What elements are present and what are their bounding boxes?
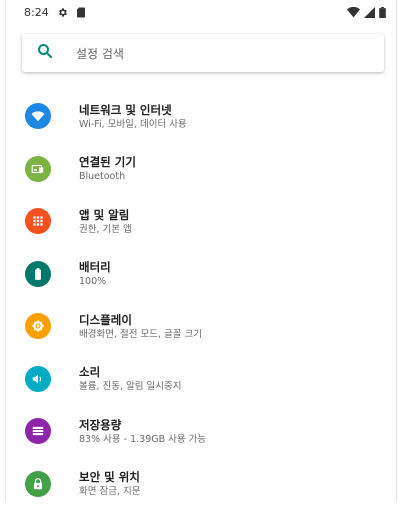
- search-placeholder: 설정 검색: [76, 45, 124, 62]
- settings-item-text: 저장용량 83% 사용 - 1.39GB 사용 가능: [79, 417, 206, 446]
- search-icon: [36, 42, 54, 64]
- lock-icon: [31, 477, 45, 491]
- settings-item-subtitle: 화면 잠금, 지문: [79, 485, 141, 498]
- battery-icon-circle: [25, 261, 51, 287]
- storage-icon-circle: [25, 418, 51, 444]
- battery-icon: [379, 7, 386, 18]
- settings-item-subtitle: 배경화면, 절전 모드, 글꼴 크기: [79, 328, 202, 341]
- sd-card-icon: [76, 7, 86, 18]
- security-icon-circle: [25, 471, 51, 497]
- settings-item-text: 네트워크 및 인터넷 Wi-Fi, 모바일, 데이터 사용: [79, 102, 187, 131]
- search-bar[interactable]: 설정 검색: [22, 34, 384, 72]
- settings-item-connected-devices[interactable]: 연결된 기기 Bluetooth: [6, 143, 396, 196]
- settings-icon: [57, 7, 68, 18]
- settings-item-title: 앱 및 알림: [79, 207, 132, 223]
- settings-item-network[interactable]: 네트워크 및 인터넷 Wi-Fi, 모바일, 데이터 사용: [6, 90, 396, 143]
- status-time: 8:24: [24, 6, 49, 19]
- settings-list: 네트워크 및 인터넷 Wi-Fi, 모바일, 데이터 사용 연결된 기기 Blu…: [6, 90, 396, 510]
- wifi-icon: [31, 109, 45, 123]
- brightness-icon: [31, 319, 45, 333]
- settings-item-security[interactable]: 보안 및 위치 화면 잠금, 지문: [6, 458, 396, 510]
- settings-item-subtitle: 83% 사용 - 1.39GB 사용 가능: [79, 433, 206, 446]
- storage-icon: [31, 424, 45, 438]
- settings-item-sound[interactable]: 소리 볼륨, 진동, 알림 일시중지: [6, 353, 396, 406]
- signal-icon: [364, 7, 375, 18]
- status-bar: 8:24: [6, 0, 396, 24]
- settings-item-subtitle: 볼륨, 진동, 알림 일시중지: [79, 380, 182, 393]
- settings-item-text: 배터리 100%: [79, 259, 111, 288]
- settings-item-subtitle: 권한, 기본 앱: [79, 223, 132, 236]
- settings-item-text: 디스플레이 배경화면, 절전 모드, 글꼴 크기: [79, 312, 202, 341]
- settings-screen: 8:24 설정 검색: [5, 0, 397, 502]
- settings-item-subtitle: Bluetooth: [79, 170, 136, 183]
- settings-item-title: 연결된 기기: [79, 154, 136, 170]
- wifi-icon: [347, 7, 360, 18]
- settings-item-subtitle: 100%: [79, 275, 111, 288]
- settings-item-subtitle: Wi-Fi, 모바일, 데이터 사용: [79, 118, 187, 131]
- settings-item-battery[interactable]: 배터리 100%: [6, 248, 396, 301]
- settings-item-apps[interactable]: 앱 및 알림 권한, 기본 앱: [6, 195, 396, 248]
- settings-item-title: 네트워크 및 인터넷: [79, 102, 187, 118]
- battery-icon: [31, 267, 45, 281]
- devices-icon-circle: [25, 156, 51, 182]
- settings-item-text: 앱 및 알림 권한, 기본 앱: [79, 207, 132, 236]
- settings-item-text: 보안 및 위치 화면 잠금, 지문: [79, 469, 141, 498]
- settings-item-text: 소리 볼륨, 진동, 알림 일시중지: [79, 364, 182, 393]
- settings-item-title: 소리: [79, 364, 182, 380]
- status-left: 8:24: [24, 6, 86, 19]
- settings-item-text: 연결된 기기 Bluetooth: [79, 154, 136, 183]
- devices-icon: [31, 162, 45, 176]
- settings-item-display[interactable]: 디스플레이 배경화면, 절전 모드, 글꼴 크기: [6, 300, 396, 353]
- status-right: [347, 7, 386, 18]
- settings-item-title: 보안 및 위치: [79, 469, 141, 485]
- settings-item-title: 저장용량: [79, 417, 206, 433]
- apps-icon: [31, 214, 45, 228]
- settings-item-title: 배터리: [79, 259, 111, 275]
- volume-icon: [31, 372, 45, 386]
- apps-icon-circle: [25, 208, 51, 234]
- display-icon-circle: [25, 313, 51, 339]
- network-icon-circle: [25, 103, 51, 129]
- sound-icon-circle: [25, 366, 51, 392]
- settings-item-title: 디스플레이: [79, 312, 202, 328]
- settings-item-storage[interactable]: 저장용량 83% 사용 - 1.39GB 사용 가능: [6, 405, 396, 458]
